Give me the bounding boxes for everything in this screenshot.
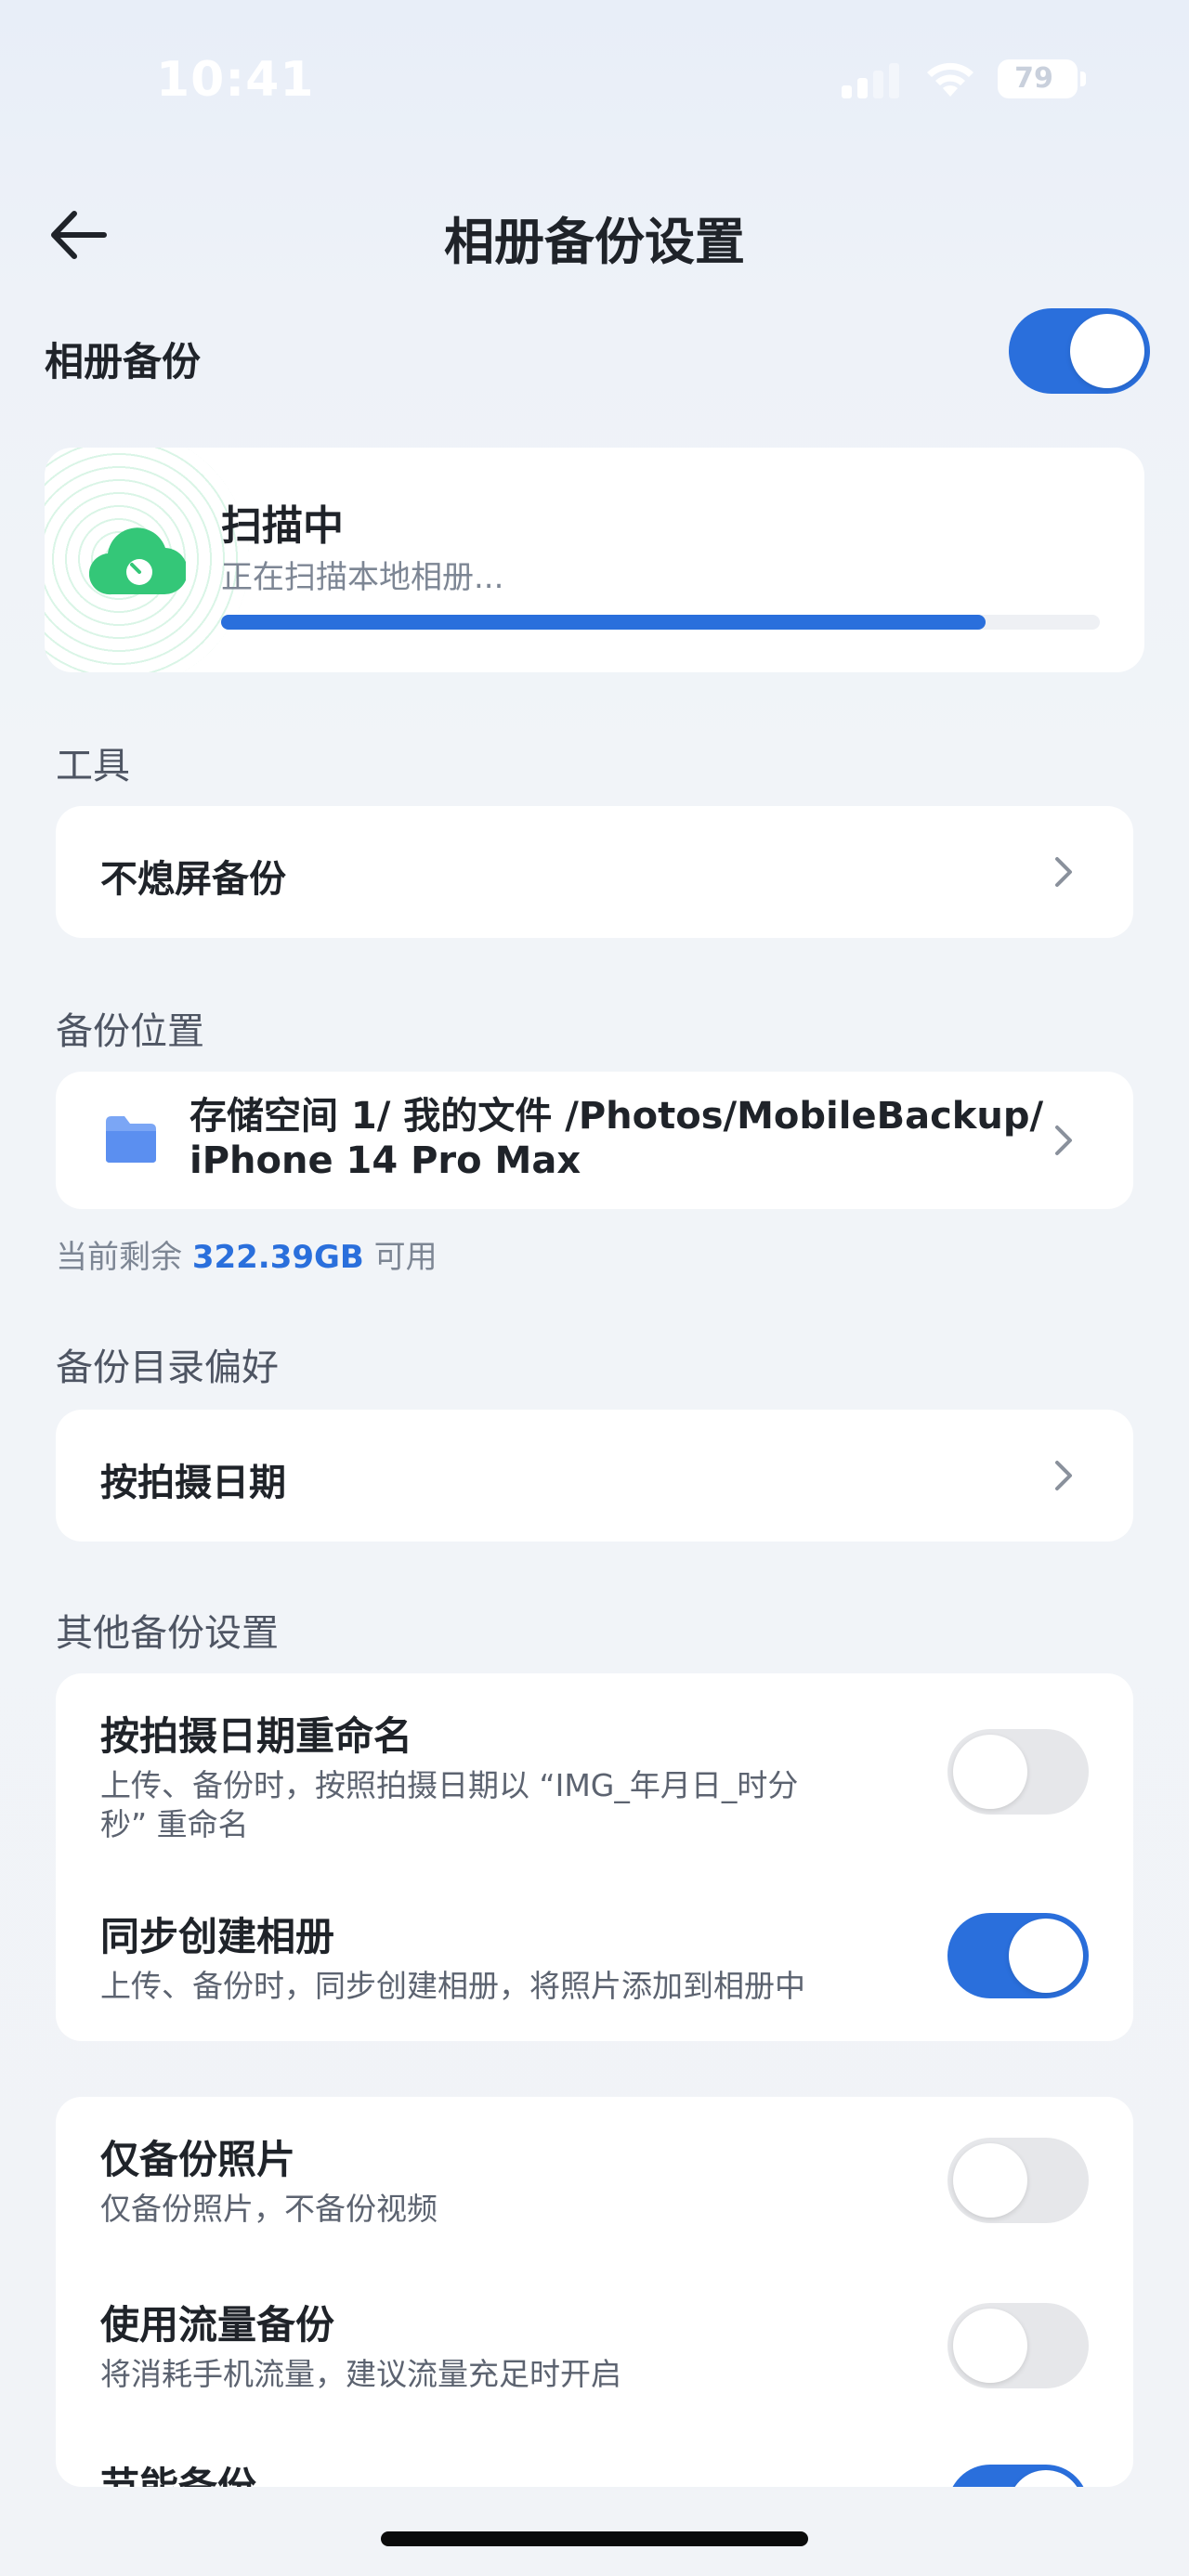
scan-progress-bar — [221, 615, 1100, 630]
album-backup-toggle[interactable] — [1009, 308, 1150, 394]
free-space-text: 当前剩余 322.39GB 可用 — [56, 1231, 438, 1277]
backup-path-line2: iPhone 14 Pro Max — [189, 1139, 581, 1182]
rename-by-date-desc-line2: 秒” 重命名 — [100, 1806, 249, 1842]
status-time: 10:41 — [156, 52, 315, 108]
directory-preference-value: 按拍摄日期 — [100, 1462, 286, 1504]
wifi-icon — [927, 62, 973, 97]
sync-create-album-desc: 上传、备份时，同步创建相册，将照片添加到相册中 — [100, 1968, 805, 2004]
keep-screen-on-label: 不熄屏备份 — [100, 858, 286, 901]
photos-only-title: 仅备份照片 — [100, 2137, 296, 2182]
directory-section-header: 备份目录偏好 — [56, 1347, 279, 1389]
location-section-header: 备份位置 — [56, 1010, 204, 1053]
chevron-right-icon — [1055, 857, 1072, 887]
cellular-backup-desc: 将消耗手机流量，建议流量充足时开启 — [100, 2356, 621, 2392]
scan-progress-fill — [221, 615, 986, 630]
scan-title: 扫描中 — [221, 502, 344, 550]
home-indicator — [381, 2531, 808, 2546]
cellular-backup-title: 使用流量备份 — [100, 2302, 335, 2348]
photos-only-desc: 仅备份照片，不备份视频 — [100, 2191, 438, 2227]
rename-by-date-title: 按拍摄日期重命名 — [100, 1713, 413, 1759]
directory-preference-item[interactable]: 按拍摄日期 — [56, 1410, 1133, 1542]
scan-subtitle: 正在扫描本地相册... — [221, 559, 504, 596]
cellular-signal-icon — [842, 63, 899, 98]
rename-by-date-toggle[interactable] — [947, 1729, 1089, 1815]
sync-create-album-title: 同步创建相册 — [100, 1914, 335, 1959]
battery-icon: 79 — [998, 59, 1086, 98]
free-space-prefix: 当前剩余 — [56, 1239, 182, 1276]
backup-location-item[interactable]: 存储空间 1/ 我的文件 /Photos/MobileBackup/ iPhon… — [56, 1072, 1133, 1209]
backup-path-line1: 存储空间 1/ 我的文件 /Photos/MobileBackup/ — [189, 1095, 1044, 1138]
chevron-right-icon — [1055, 1461, 1072, 1490]
rename-by-date-desc-line1: 上传、备份时，按照拍摄日期以 “IMG_年月日_时分 — [100, 1767, 799, 1803]
photos-only-toggle[interactable] — [947, 2138, 1089, 2223]
power-saving-backup-toggle[interactable] — [947, 2465, 1089, 2487]
other-settings-group-2: 仅备份照片 仅备份照片，不备份视频 使用流量备份 将消耗手机流量，建议流量充足时… — [56, 2097, 1133, 2487]
free-space-value: 322.39GB — [191, 1239, 364, 1276]
cellular-backup-toggle[interactable] — [947, 2303, 1089, 2388]
other-settings-group-1: 按拍摄日期重命名 上传、备份时，按照拍摄日期以 “IMG_年月日_时分 秒” 重… — [56, 1673, 1133, 2041]
page-title: 相册备份设置 — [444, 213, 745, 271]
other-settings-header: 其他备份设置 — [56, 1612, 279, 1655]
battery-level: 79 — [1014, 62, 1053, 95]
free-space-suffix: 可用 — [373, 1239, 438, 1276]
chevron-right-icon — [1055, 1125, 1072, 1155]
cloud-icon — [89, 527, 186, 595]
keep-screen-on-backup-item[interactable]: 不熄屏备份 — [56, 806, 1133, 938]
tools-section-header: 工具 — [56, 745, 130, 787]
power-saving-backup-title: 节能备份 — [100, 2464, 257, 2487]
sync-create-album-toggle[interactable] — [947, 1913, 1089, 1998]
folder-icon — [106, 1116, 156, 1163]
album-backup-label: 相册备份 — [45, 339, 202, 384]
scan-status-card: 扫描中 正在扫描本地相册... — [45, 448, 1144, 672]
